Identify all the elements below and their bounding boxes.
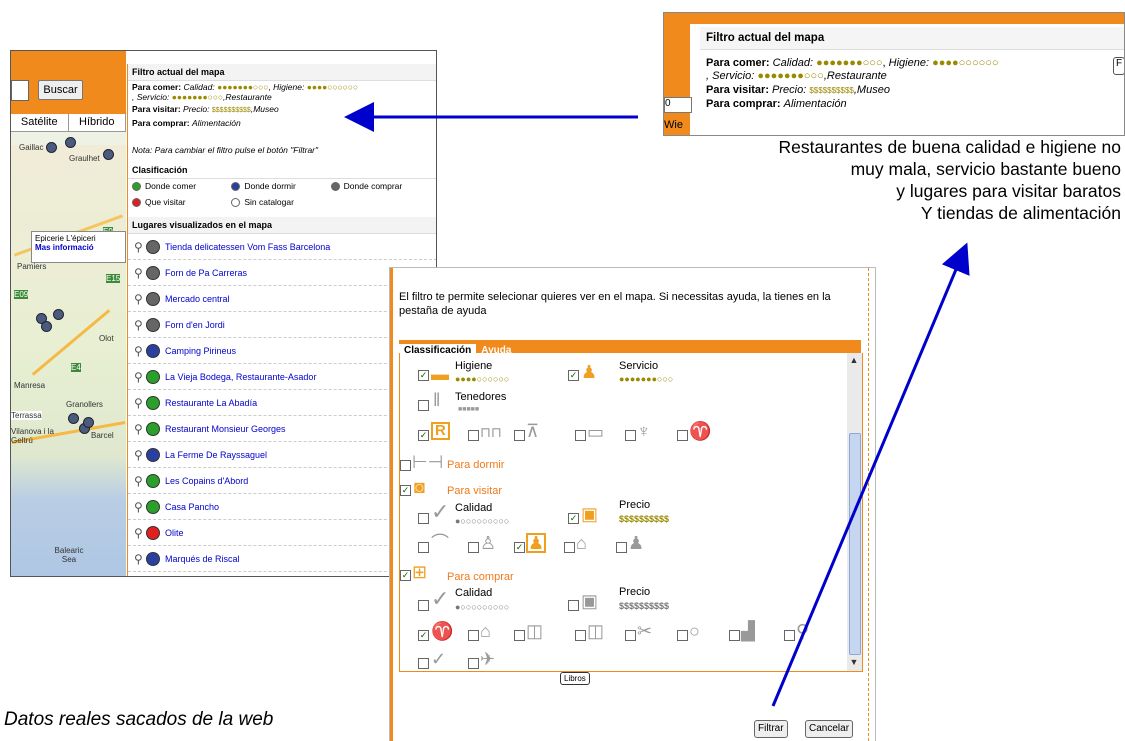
arrow-to-caption [771,242,970,707]
annotation-arrows [344,102,970,707]
